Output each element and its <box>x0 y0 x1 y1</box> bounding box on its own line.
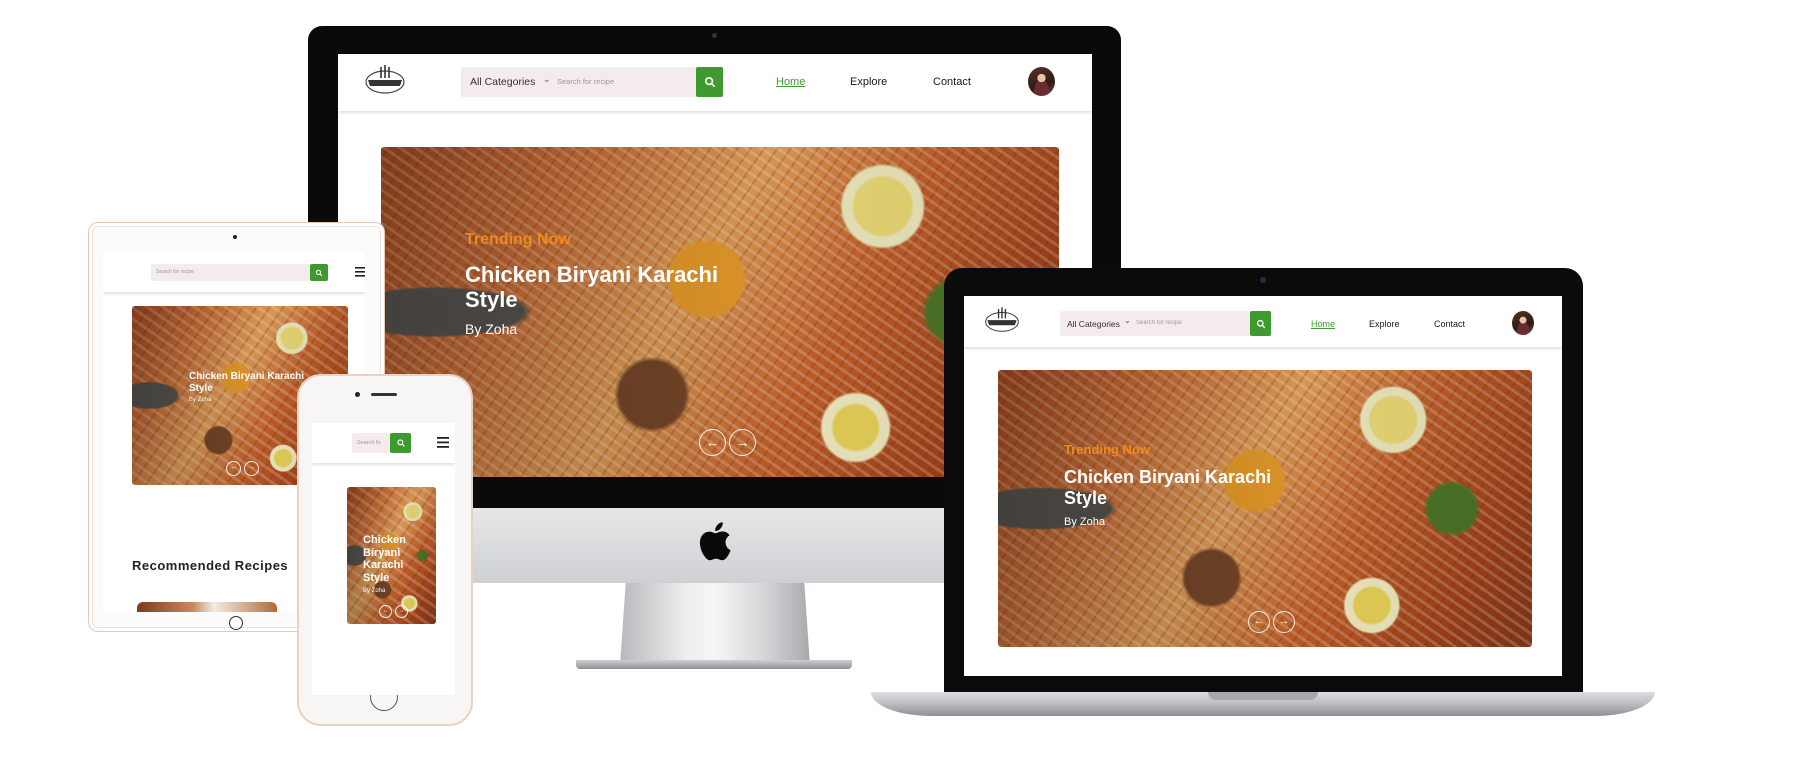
search-button[interactable] <box>1250 311 1271 336</box>
hero-author: By Zoha <box>363 587 386 594</box>
chevron-down-icon: ⌄ <box>1124 316 1131 325</box>
search-button[interactable] <box>696 67 723 97</box>
hamburger-menu-icon[interactable] <box>437 437 449 448</box>
search-bar: Search fo <box>352 433 390 453</box>
recipe-card-thumbnail[interactable] <box>137 602 277 612</box>
search-button[interactable] <box>390 433 411 453</box>
search-input[interactable]: Search for recipe <box>1136 320 1226 326</box>
site-logo[interactable] <box>364 64 406 98</box>
phone-screen: Search fo Chicken Biryani Karachi Style … <box>312 423 455 695</box>
nav-link-home[interactable]: Home <box>776 76 805 88</box>
tablet-home-button <box>229 616 243 630</box>
chevron-down-icon: ⌄ <box>543 74 551 84</box>
macbook-notch <box>1208 692 1318 700</box>
hero-kicker: Trending Now <box>465 231 571 248</box>
hero-author: By Zoha <box>1064 516 1105 529</box>
macbook-camera <box>1260 277 1266 283</box>
navbar: Search for recipe <box>103 252 365 292</box>
tablet-camera <box>233 235 237 239</box>
arrow-right-icon[interactable]: → <box>1273 611 1295 633</box>
hero-author: By Zoha <box>465 320 518 337</box>
site-logo[interactable] <box>984 306 1020 336</box>
arrow-left-icon[interactable]: ← <box>226 461 241 476</box>
search-bar: Search for recipe <box>151 264 310 281</box>
hero-title: Chicken Biryani Karachi Style <box>465 262 719 313</box>
phone-speaker <box>371 393 397 396</box>
search-icon <box>396 439 405 447</box>
search-input[interactable]: Search for recipe <box>156 269 256 275</box>
nav-link-explore[interactable]: Explore <box>850 76 887 88</box>
search-icon <box>315 269 323 276</box>
search-button[interactable] <box>310 264 328 281</box>
search-icon <box>1256 319 1265 328</box>
search-bar: All Categories ⌄ Search for recipe <box>461 67 696 97</box>
imac-stand-foot <box>576 660 852 669</box>
hero-title: Chicken Biryani Karachi Style <box>363 534 406 584</box>
arrow-right-icon[interactable]: → <box>729 429 756 456</box>
navbar: Search fo <box>312 423 455 463</box>
phone-camera <box>355 392 360 397</box>
nav-link-explore[interactable]: Explore <box>1369 319 1400 329</box>
imac-stand <box>620 583 810 665</box>
hero-slide: Chicken Biryani Karachi Style By Zoha ← … <box>347 487 436 624</box>
macbook-screen: All Categories ⌄ Search for recipe Home … <box>964 296 1562 676</box>
arrow-left-icon[interactable]: ← <box>699 429 726 456</box>
nav-link-contact[interactable]: Contact <box>1434 319 1465 329</box>
hero-title: Chicken Biryani Karachi Style <box>189 371 305 394</box>
search-bar: All Categories ⌄ Search for recipe <box>1060 311 1250 336</box>
search-input[interactable]: Search fo <box>357 440 387 446</box>
arrow-left-icon[interactable]: ← <box>379 605 392 618</box>
category-select[interactable]: All Categories <box>470 76 535 88</box>
section-heading: Recommended Recipes <box>132 558 289 573</box>
hero-author: By Zoha <box>189 397 212 403</box>
imac-camera <box>712 33 717 38</box>
hamburger-menu-icon[interactable] <box>355 267 365 277</box>
search-icon <box>704 76 715 88</box>
hero-kicker: Trending Now <box>1064 442 1150 457</box>
hero-slide: Trending Now Chicken Biryani Karachi Sty… <box>998 370 1532 647</box>
arrow-right-icon[interactable]: → <box>244 461 259 476</box>
user-avatar[interactable] <box>1512 311 1534 335</box>
navbar: All Categories ⌄ Search for recipe Home … <box>338 54 1092 111</box>
nav-link-home[interactable]: Home <box>1311 319 1335 329</box>
navbar: All Categories ⌄ Search for recipe Home … <box>964 296 1562 347</box>
nav-link-contact[interactable]: Contact <box>933 76 971 88</box>
arrow-right-icon[interactable]: → <box>395 605 408 618</box>
apple-logo-icon <box>699 522 731 561</box>
category-select[interactable]: All Categories <box>1067 319 1120 329</box>
hero-title: Chicken Biryani Karachi Style <box>1064 467 1272 508</box>
search-input[interactable]: Search for recipe <box>557 77 657 86</box>
user-avatar[interactable] <box>1028 67 1055 96</box>
arrow-left-icon[interactable]: ← <box>1248 611 1270 633</box>
